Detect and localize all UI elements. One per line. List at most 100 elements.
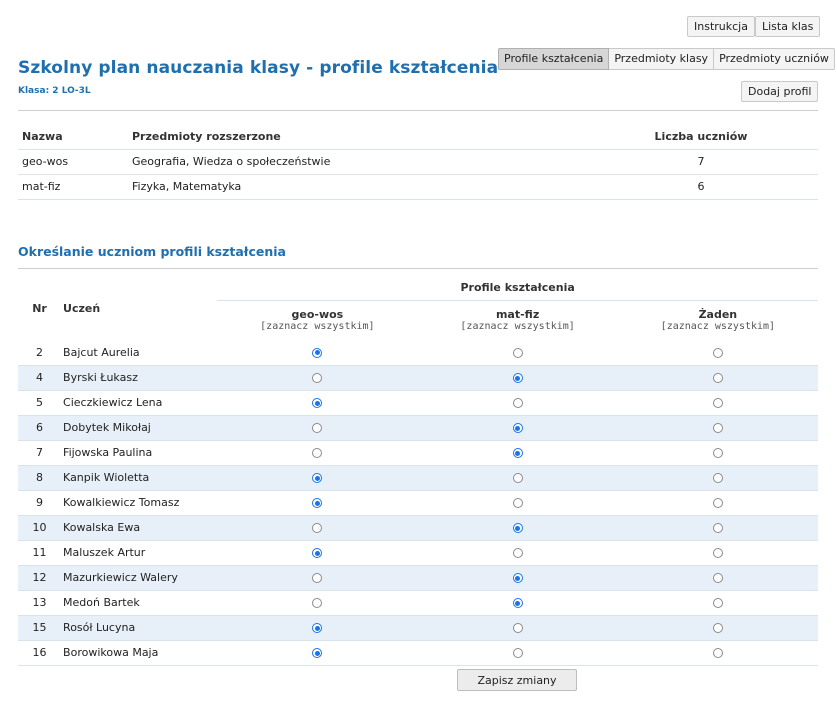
profile-radio[interactable] — [512, 423, 523, 433]
profile-radio[interactable] — [512, 598, 523, 608]
student-nr: 2 — [18, 340, 62, 366]
profile-radio[interactable] — [512, 548, 523, 558]
profile-subjects: Geografia, Wiedza o społeczeństwie — [128, 149, 584, 175]
profile-radio[interactable] — [712, 598, 723, 608]
profile-radio[interactable] — [312, 498, 323, 508]
profile-radio-cell — [417, 640, 618, 666]
save-button[interactable]: Zapisz zmiany — [457, 669, 577, 691]
profile-radio[interactable] — [312, 598, 323, 608]
student-rows: 2 Bajcut Aurelia 4 Byrski Łukasz 5 Cieczkiewi… — [18, 340, 818, 666]
profile-radio[interactable] — [712, 373, 723, 383]
student-name: Bajcut Aurelia — [61, 340, 218, 366]
col-student-header: Uczeń — [63, 301, 101, 315]
profile-radio[interactable] — [712, 423, 723, 433]
student-nr: 13 — [18, 590, 62, 616]
profile-radio[interactable] — [512, 347, 523, 358]
profile-radio[interactable] — [312, 373, 323, 383]
profile-radio[interactable] — [312, 573, 323, 583]
profile-radio[interactable] — [312, 398, 323, 408]
student-name: Maluszek Artur — [61, 540, 218, 566]
student-row: 15 Rosół Lucyna — [18, 615, 818, 641]
profile-radio[interactable] — [512, 473, 523, 483]
profile-radio[interactable] — [512, 448, 523, 458]
profile-radio[interactable] — [512, 523, 523, 533]
profile-radio[interactable] — [512, 373, 523, 383]
student-row: 6 Dobytek Mikołaj — [18, 415, 818, 441]
student-name: Rosół Lucyna — [61, 615, 218, 641]
class-list-button[interactable]: Lista klas — [755, 16, 821, 37]
student-nr: 4 — [18, 365, 62, 391]
student-row: 2 Bajcut Aurelia — [18, 340, 818, 366]
profile-radio-cell — [417, 390, 618, 416]
tab-profiles[interactable]: Profile kształcenia — [498, 48, 610, 70]
profile-row: geo-wos Geografia, Wiedza o społeczeństw… — [18, 149, 818, 175]
profile-radio[interactable] — [312, 548, 323, 558]
profile-radio[interactable] — [712, 548, 723, 558]
profile-radio-cell — [417, 515, 618, 541]
profile-radio[interactable] — [312, 473, 323, 483]
col-profile-header: mat-fiz [zaznacz wszystkim] — [417, 300, 617, 340]
profile-radio[interactable] — [312, 423, 323, 433]
profile-radio[interactable] — [712, 573, 723, 583]
student-name: Byrski Łukasz — [61, 365, 218, 391]
student-nr: 5 — [18, 390, 62, 416]
profile-name: mat-fiz — [18, 174, 128, 200]
student-name: Fijowska Paulina — [61, 440, 218, 466]
student-name: Medoń Bartek — [61, 590, 218, 616]
student-row: 10 Kowalska Ewa — [18, 515, 818, 541]
profile-radio[interactable] — [712, 448, 723, 458]
student-nr: 11 — [18, 540, 62, 566]
profile-radio[interactable] — [312, 523, 323, 533]
profile-radio-cell — [217, 390, 418, 416]
select-all-link[interactable]: [zaznacz wszystkim] — [417, 321, 617, 332]
student-row: 5 Cieczkiewicz Lena — [18, 390, 818, 416]
profile-radio[interactable] — [712, 523, 723, 533]
profile-radio-cell — [217, 340, 418, 366]
student-nr: 15 — [18, 615, 62, 641]
profile-radio-cell — [217, 365, 418, 391]
add-profile-button[interactable]: Dodaj profil — [741, 81, 819, 102]
profile-radio[interactable] — [712, 398, 723, 408]
profile-radio[interactable] — [712, 498, 723, 508]
student-row: 9 Kowalkiewicz Tomasz — [18, 490, 818, 516]
profile-radio-cell — [617, 590, 818, 616]
profile-radio[interactable] — [312, 648, 323, 658]
class-subtitle: Klasa: 2 LO-3L — [18, 86, 91, 96]
profile-radio-cell — [617, 340, 818, 366]
profile-radio-cell — [417, 365, 618, 391]
profile-radio[interactable] — [512, 623, 523, 633]
tab-student-subjects[interactable]: Przedmioty uczniów — [714, 48, 835, 70]
profile-radio[interactable] — [712, 648, 723, 658]
profile-row: mat-fiz Fizyka, Matematyka 6 — [18, 174, 818, 200]
profile-radio[interactable] — [512, 398, 523, 408]
profile-radio-cell — [417, 565, 618, 591]
student-row: 4 Byrski Łukasz — [18, 365, 818, 391]
profile-radio[interactable] — [312, 623, 323, 633]
profile-radio[interactable] — [312, 448, 323, 458]
profile-radio[interactable] — [512, 573, 523, 583]
profile-radio-cell — [217, 540, 418, 566]
profile-subjects: Fizyka, Matematyka — [128, 174, 584, 200]
student-name: Dobytek Mikołaj — [61, 415, 218, 441]
col-name-header: Nazwa — [18, 124, 128, 150]
profiles-group-header: Profile kształcenia — [217, 276, 818, 301]
profile-radio[interactable] — [712, 473, 723, 483]
student-name: Kowalska Ewa — [61, 515, 218, 541]
col-profile-header: Żaden [zaznacz wszystkim] — [618, 300, 818, 340]
profile-radio-cell — [617, 515, 818, 541]
profile-radio-cell — [417, 415, 618, 441]
profile-radio[interactable] — [512, 498, 523, 508]
profile-col-name: geo-wos — [291, 308, 344, 322]
profile-radio-cell — [217, 490, 418, 516]
tab-class-subjects[interactable]: Przedmioty klasy — [609, 48, 715, 70]
profile-radio[interactable] — [712, 623, 723, 633]
student-row: 7 Fijowska Paulina — [18, 440, 818, 466]
divider — [18, 268, 818, 269]
select-all-link[interactable]: [zaznacz wszystkim] — [618, 321, 818, 332]
profile-radio-cell — [617, 490, 818, 516]
select-all-link[interactable]: [zaznacz wszystkim] — [217, 321, 417, 332]
instruction-button[interactable]: Instrukcja — [687, 16, 755, 37]
profile-radio[interactable] — [712, 347, 723, 358]
profile-radio[interactable] — [512, 648, 523, 658]
profile-radio[interactable] — [312, 347, 323, 358]
